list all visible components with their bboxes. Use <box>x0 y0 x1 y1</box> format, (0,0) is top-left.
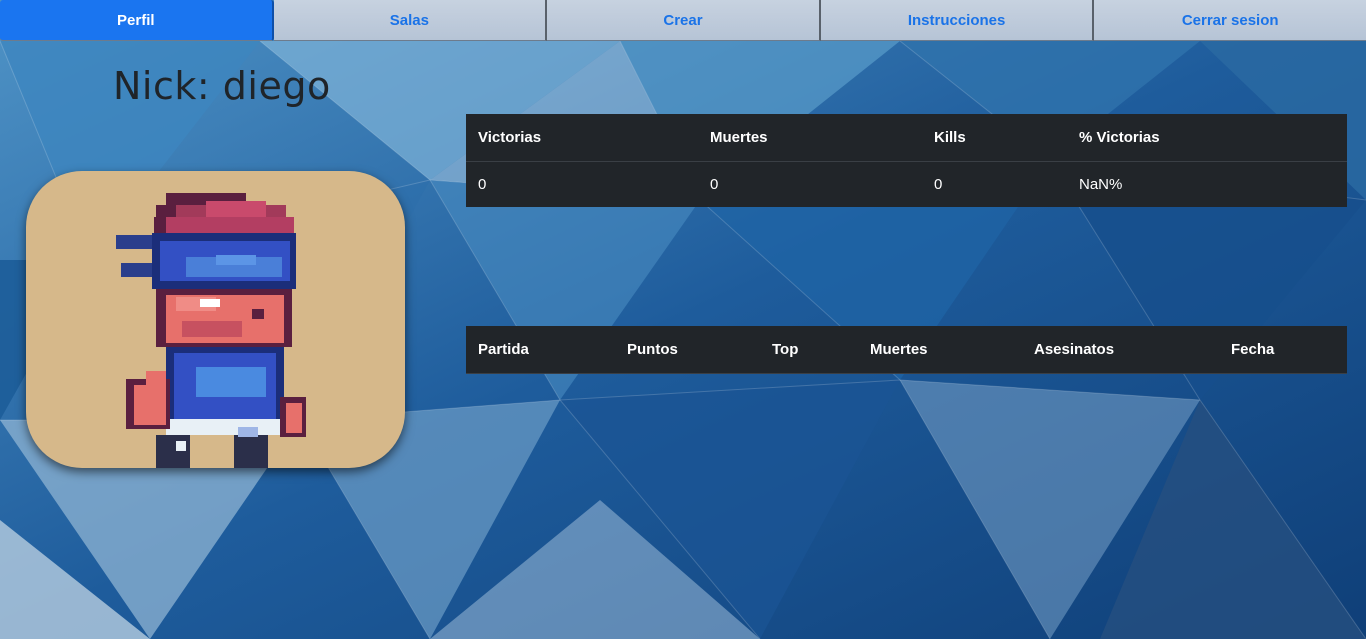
nav-tab-perfil[interactable]: Perfil <box>0 0 274 41</box>
cell-muertes: 0 <box>710 176 719 193</box>
table-header-row: Victorias Muertes Kills % Victorias <box>466 114 1347 162</box>
column-header-asesinatos: Asesinatos <box>1022 326 1219 374</box>
column-header-puntos: Puntos <box>615 326 760 374</box>
column-header-porcentaje-victorias: % Victorias <box>1067 114 1347 162</box>
column-header-top: Top <box>760 326 858 374</box>
nav-tab-salas[interactable]: Salas <box>273 0 548 41</box>
column-header-muertes: Muertes <box>698 114 922 162</box>
nav-tab-instrucciones[interactable]: Instrucciones <box>820 0 1095 41</box>
cell-victorias: 0 <box>478 176 487 193</box>
column-header-kills: Kills <box>922 114 1067 162</box>
page-title: Nick: diego <box>113 64 331 108</box>
nav-tab-cerrar-sesion[interactable]: Cerrar sesion <box>1094 0 1366 41</box>
cell-kills: 0 <box>934 176 943 193</box>
table-row: 0 0 0 NaN% <box>466 162 1347 208</box>
top-nav: Perfil Salas Crear Instrucciones Cerrar … <box>0 0 1366 41</box>
cell-porcentaje-victorias: NaN% <box>1079 176 1123 193</box>
avatar <box>26 171 405 468</box>
nav-tab-crear[interactable]: Crear <box>547 0 821 41</box>
table-header-row: Partida Puntos Top Muertes Asesinatos Fe… <box>466 326 1347 374</box>
stats-table: Victorias Muertes Kills % Victorias 0 0 … <box>466 114 1347 207</box>
pixel-ninja-character-icon <box>116 193 306 468</box>
column-header-partida: Partida <box>466 326 615 374</box>
matches-table: Partida Puntos Top Muertes Asesinatos Fe… <box>466 326 1347 374</box>
column-header-victorias: Victorias <box>466 114 698 162</box>
column-header-fecha: Fecha <box>1219 326 1347 374</box>
column-header-muertes: Muertes <box>858 326 1022 374</box>
